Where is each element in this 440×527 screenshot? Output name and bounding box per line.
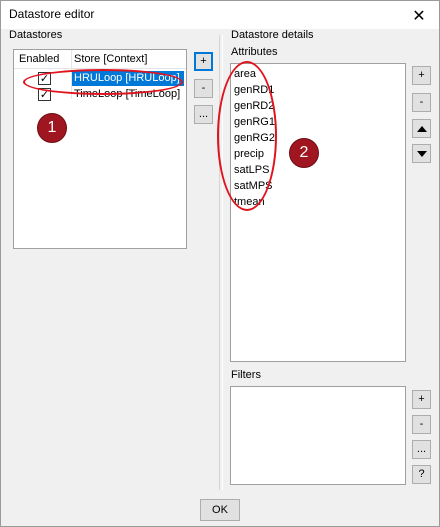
datastore-editor-window: Datastore editor ✕ Datastores Enabled St… bbox=[0, 0, 440, 527]
table-row[interactable]: ✓ TimeLoop [TimeLoop] bbox=[14, 87, 184, 102]
datastore-details-label: Datastore details bbox=[231, 29, 314, 41]
move-down-button[interactable] bbox=[412, 144, 431, 163]
table-header: Enabled Store [Context] bbox=[14, 50, 186, 69]
add-datastore-button[interactable]: + bbox=[194, 52, 213, 71]
datastores-label: Datastores bbox=[9, 29, 63, 41]
arrow-up-icon bbox=[416, 125, 427, 132]
window-title: Datastore editor bbox=[9, 7, 95, 21]
list-item[interactable]: tmean bbox=[234, 194, 265, 210]
store-cell[interactable]: TimeLoop [TimeLoop] bbox=[72, 87, 184, 102]
more-datastore-button[interactable]: ... bbox=[194, 105, 213, 124]
add-filter-button[interactable]: + bbox=[412, 390, 431, 409]
filters-list[interactable] bbox=[230, 386, 406, 485]
filters-label: Filters bbox=[231, 369, 261, 381]
list-item[interactable]: satMPS bbox=[234, 178, 273, 194]
more-filter-button[interactable]: ... bbox=[412, 440, 431, 459]
column-header-store[interactable]: Store [Context] bbox=[74, 53, 147, 65]
attributes-label: Attributes bbox=[231, 46, 278, 58]
enabled-checkbox[interactable]: ✓ bbox=[38, 72, 51, 85]
store-cell[interactable]: HRULoop [HRULoop] bbox=[72, 71, 184, 86]
filter-help-button[interactable]: ? bbox=[412, 465, 431, 484]
remove-attribute-button[interactable]: - bbox=[412, 93, 431, 112]
list-item[interactable]: genRD1 bbox=[234, 82, 274, 98]
annotation-badge-1: 1 bbox=[37, 113, 67, 143]
remove-datastore-button[interactable]: - bbox=[194, 79, 213, 98]
enabled-checkbox[interactable]: ✓ bbox=[38, 88, 51, 101]
annotation-badge-2: 2 bbox=[289, 138, 319, 168]
panel-splitter[interactable] bbox=[219, 35, 223, 490]
remove-filter-button[interactable]: - bbox=[412, 415, 431, 434]
add-attribute-button[interactable]: + bbox=[412, 66, 431, 85]
ok-button[interactable]: OK bbox=[200, 499, 240, 521]
list-item[interactable]: genRD2 bbox=[234, 98, 274, 114]
datastores-table[interactable]: Enabled Store [Context] ✓ HRULoop [HRULo… bbox=[13, 49, 187, 249]
column-header-enabled[interactable]: Enabled bbox=[19, 53, 59, 65]
attributes-list[interactable]: area genRD1 genRD2 genRG1 genRG2 precip … bbox=[230, 63, 406, 362]
title-bar: Datastore editor ✕ bbox=[1, 1, 439, 29]
move-up-button[interactable] bbox=[412, 119, 431, 138]
list-item[interactable]: genRG1 bbox=[234, 114, 275, 130]
list-item[interactable]: satLPS bbox=[234, 162, 269, 178]
list-item[interactable]: area bbox=[234, 66, 256, 82]
list-item[interactable]: genRG2 bbox=[234, 130, 275, 146]
arrow-down-icon bbox=[416, 150, 427, 157]
list-item[interactable]: precip bbox=[234, 146, 264, 162]
close-button[interactable]: ✕ bbox=[399, 1, 439, 29]
table-row[interactable]: ✓ HRULoop [HRULoop] bbox=[14, 71, 184, 86]
